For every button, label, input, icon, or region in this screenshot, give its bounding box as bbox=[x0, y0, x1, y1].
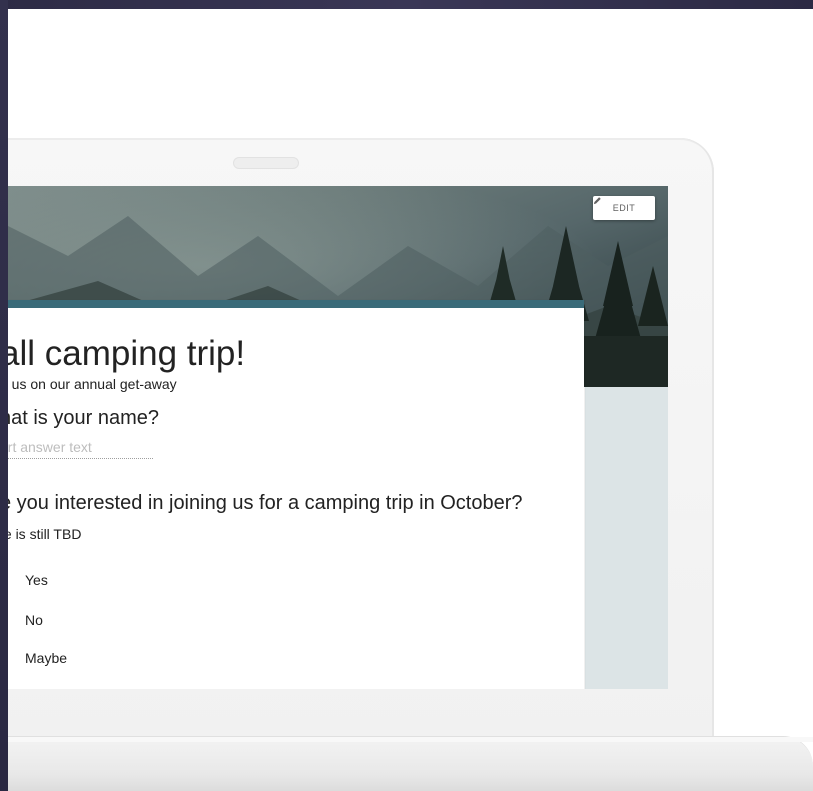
edit-button[interactable]: EDIT bbox=[593, 196, 655, 220]
background-frame-top bbox=[0, 0, 813, 9]
background-frame-left bbox=[0, 0, 8, 791]
edit-button-label: EDIT bbox=[612, 203, 636, 213]
radio-option-label: No bbox=[25, 612, 43, 628]
question-interest-title: e you interested in joining us for a cam… bbox=[8, 492, 523, 514]
form-description: n us on our annual get-away bbox=[8, 376, 177, 392]
question-interest-description: te is still TBD bbox=[8, 526, 82, 542]
radio-option-label: Maybe bbox=[25, 650, 68, 666]
laptop-camera bbox=[233, 157, 299, 169]
laptop-base-lip bbox=[8, 737, 813, 742]
pencil-icon bbox=[593, 197, 601, 205]
laptop-base bbox=[8, 737, 813, 791]
form-card: all camping trip! n us on our annual get… bbox=[8, 300, 584, 689]
laptop-screen: EDIT all camping trip! n us on our annua… bbox=[8, 186, 668, 689]
radio-option-label: Yes bbox=[25, 572, 48, 588]
question-name-title: hat is your name? bbox=[8, 407, 159, 429]
side-panel bbox=[585, 387, 668, 689]
form-title: all camping trip! bbox=[8, 334, 246, 373]
short-answer-input[interactable]: ort answer text bbox=[8, 439, 153, 459]
